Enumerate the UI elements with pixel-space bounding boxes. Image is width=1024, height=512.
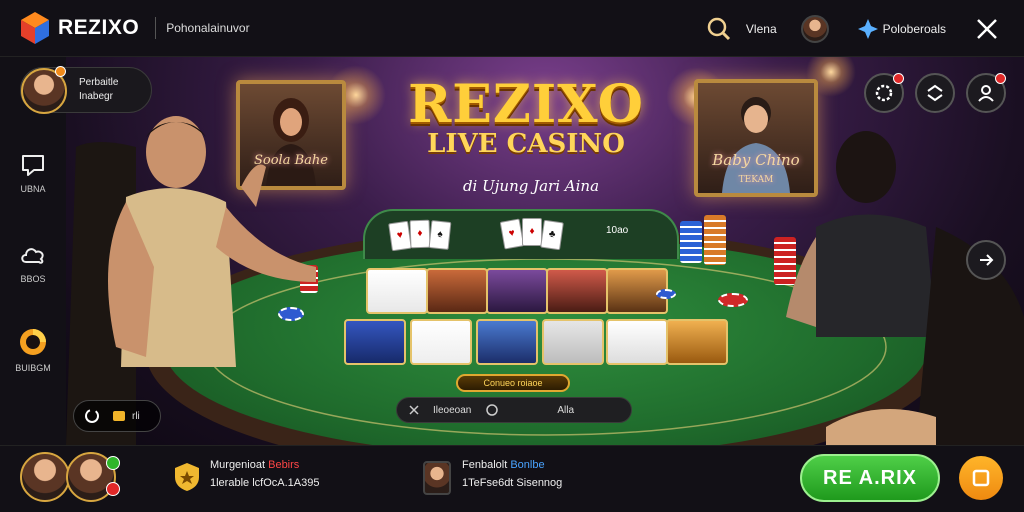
user-avatar[interactable] [800, 14, 829, 43]
hero-title: REZIXO [408, 74, 644, 135]
search-icon [707, 17, 730, 40]
playing-card: ♦ [409, 219, 431, 249]
sidebar-item-cloud[interactable]: BBOS [0, 242, 66, 284]
bet-tile[interactable] [486, 268, 548, 314]
hero-subtitle: LIVE CASINO [427, 129, 625, 159]
wallet-pill[interactable]: rli [73, 400, 161, 432]
player-right [786, 117, 1024, 445]
notification-badge [55, 66, 66, 77]
sidebar-item-label: BUIBGM [15, 363, 51, 373]
player-two-detail: 1TeFse6dt Sisennog [462, 477, 563, 489]
wallet-value: rli [132, 410, 140, 422]
alert-badge [106, 482, 120, 496]
sidebar-item-chat[interactable]: UBNA [0, 152, 66, 194]
live-casino-scene: Soola Bahe Baby Chino TEKAM REZIXO LIVE … [66, 57, 1024, 445]
header-divider [155, 17, 157, 39]
fullscreen-button[interactable] [959, 456, 1003, 500]
notification-badge [893, 73, 904, 84]
brand-name: REZIXO [58, 16, 140, 39]
coin-stack-icon [113, 411, 125, 421]
bet-tile[interactable] [606, 319, 668, 365]
host-status: Inabegr [79, 91, 113, 102]
player-one-info: Murgenioat Bebirs 1lerable lcfOcA.1A395 [210, 456, 319, 492]
player-two-highlight: Bonlbe [510, 459, 545, 471]
square-icon [972, 469, 990, 487]
header-subtitle: Pohonalainuvor [166, 21, 250, 35]
hero-tagline: di Ujung Jari Aina [462, 177, 600, 195]
next-table-button[interactable] [966, 240, 1006, 280]
player-avatars[interactable] [20, 452, 130, 504]
sidebar-item-label: BBOS [20, 274, 46, 284]
player-figure-icon [786, 131, 1024, 445]
player-one-highlight: Bebirs [268, 459, 300, 471]
round-timer: 10ao [606, 225, 629, 236]
brand-logo[interactable]: REZIXO [20, 11, 139, 45]
poker-chip [718, 293, 748, 307]
sparkle-icon [857, 18, 878, 39]
top-bar: REZIXO Pohonalainuvor Vlena Poloberoals [0, 0, 1024, 57]
playing-card: ♥ [388, 220, 412, 252]
player-one-title: Murgenioat [210, 459, 266, 471]
bet-tile[interactable] [542, 319, 604, 365]
avatar[interactable] [423, 461, 451, 495]
spin-icon [20, 329, 46, 355]
playing-card: ♣ [540, 219, 564, 251]
sidebar-item-label: UBNA [20, 184, 46, 194]
search-button[interactable]: Vlena [706, 16, 777, 42]
chip-stack [680, 221, 702, 263]
user-icon [978, 85, 994, 102]
bet-tile[interactable] [546, 268, 608, 314]
bet-tile[interactable] [426, 268, 488, 314]
host-card[interactable]: Perbaitle Inabegr [20, 66, 152, 114]
notification-badge [995, 73, 1006, 84]
account-button[interactable] [966, 73, 1006, 113]
play-now-button[interactable]: RE A.RIX [800, 454, 940, 502]
refresh-icon [85, 409, 99, 423]
settings-button[interactable] [864, 73, 904, 113]
bet-tile[interactable] [344, 319, 406, 365]
table-info-bar: Ileoeoan Alla [396, 397, 632, 423]
cloud-icon [21, 248, 44, 264]
player-two-info: Fenbalolt Bonlbe 1TeFse6dt Sisennog [462, 456, 562, 492]
bet-amount-pill[interactable]: Conueo roiaoe [456, 374, 570, 392]
player-two-title: Fenbalolt [462, 459, 508, 471]
playing-card: ♠ [428, 220, 452, 250]
hero-title-block: REZIXO LIVE CASINO [396, 74, 656, 160]
gear-icon [875, 84, 893, 102]
bet-tile[interactable] [410, 319, 472, 365]
bet-tile[interactable] [476, 319, 538, 365]
host-name: Perbaitle [79, 77, 119, 88]
table-info-left: Ileoeoan [433, 404, 472, 416]
playing-card: ♦ [522, 218, 542, 246]
close-icon[interactable] [409, 405, 419, 415]
brand-cube-icon [21, 12, 49, 44]
player-figure-icon [66, 116, 316, 445]
bet-tile[interactable] [366, 268, 428, 314]
chat-bubble-icon [22, 155, 44, 176]
arrow-right-icon [980, 254, 994, 266]
profile-label: Poloberoals [882, 21, 946, 36]
online-badge [106, 456, 120, 470]
refresh-icon[interactable] [485, 403, 499, 417]
player-one-detail: 1lerable lcfOcA.1A395 [210, 477, 320, 489]
swap-button[interactable] [915, 73, 955, 113]
bet-tile[interactable] [666, 319, 728, 365]
chip-stack [704, 215, 726, 265]
poker-chip [656, 289, 676, 299]
avatar [20, 452, 70, 502]
swap-icon [927, 84, 943, 102]
table-info-right: Alla [557, 404, 575, 416]
shield-icon [175, 463, 199, 491]
profile-button[interactable]: Poloberoals [857, 18, 946, 40]
left-sidebar: UBNA BBOS BUIBGM [0, 57, 66, 445]
search-label: Vlena [745, 21, 777, 36]
close-icon[interactable] [976, 18, 998, 40]
sidebar-item-spin[interactable]: BUIBGM [0, 327, 66, 373]
player-left [66, 107, 336, 445]
